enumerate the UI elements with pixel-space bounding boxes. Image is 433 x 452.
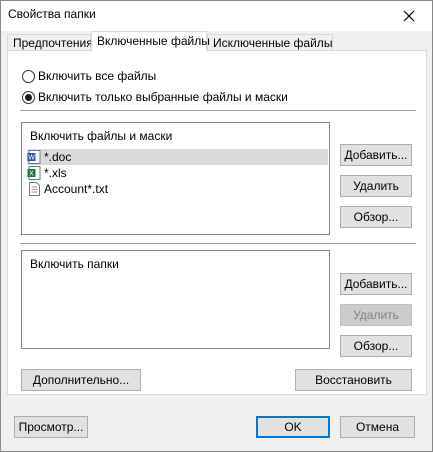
radio-button-checked[interactable]	[22, 90, 35, 104]
add-folder-button[interactable]: Добавить...	[340, 273, 412, 295]
tab-preferences[interactable]: Предпочтения	[7, 34, 93, 51]
ok-button[interactable]: OK	[256, 416, 330, 438]
tab-included-files[interactable]: Включенные файлы	[91, 31, 210, 52]
preview-button[interactable]: Просмотр...	[14, 416, 88, 438]
radio-button[interactable]	[22, 69, 35, 83]
restore-button[interactable]: Восстановить	[295, 369, 412, 391]
remove-files-button[interactable]: Удалить	[340, 175, 412, 197]
cancel-button[interactable]: Отмена	[340, 416, 415, 438]
remove-folder-button[interactable]: Удалить	[340, 304, 412, 326]
folders-listbox[interactable]: Включить папки	[21, 250, 330, 349]
files-masks-caption: Включить файлы и маски	[30, 129, 173, 143]
included-files-panel: Включить все файлы Включить только выбра…	[7, 50, 427, 395]
files-masks-listbox[interactable]: Включить файлы и маски W *.doc X *.xls A…	[21, 122, 330, 235]
separator	[20, 243, 416, 244]
list-item[interactable]: X *.xls	[27, 165, 328, 181]
add-files-button[interactable]: Добавить...	[340, 144, 412, 166]
advanced-button[interactable]: Дополнительно...	[21, 369, 141, 391]
file-mask-name: Account*.txt	[44, 182, 109, 196]
word-file-icon: W	[27, 150, 41, 164]
include-all-files-option[interactable]: Включить все файлы	[22, 69, 156, 83]
excel-file-icon: X	[27, 166, 41, 180]
include-all-files-label: Включить все файлы	[38, 69, 157, 83]
svg-text:W: W	[28, 155, 35, 162]
folders-caption: Включить папки	[30, 257, 119, 271]
list-item[interactable]: Account*.txt	[27, 181, 328, 197]
list-item[interactable]: W *.doc	[27, 149, 328, 165]
separator	[20, 110, 416, 111]
file-mask-name: *.doc	[44, 150, 72, 164]
include-selected-files-option[interactable]: Включить только выбранные файлы и маски	[22, 90, 288, 104]
folder-properties-dialog: Свойства папки Предпочтения Включенные ф…	[0, 0, 433, 452]
window-title: Свойства папки	[8, 7, 96, 21]
close-button[interactable]	[386, 1, 432, 31]
include-selected-files-label: Включить только выбранные файлы и маски	[38, 90, 288, 104]
file-mask-name: *.xls	[44, 166, 67, 180]
browse-files-button[interactable]: Обзор...	[340, 206, 412, 228]
text-file-icon	[29, 182, 40, 196]
tab-excluded-files[interactable]: Исключенные файлы	[207, 34, 333, 51]
tab-bar: Предпочтения Включенные файлы Исключенны…	[7, 31, 427, 52]
svg-text:X: X	[29, 171, 34, 178]
title-bar: Свойства папки	[1, 1, 432, 31]
close-icon	[403, 10, 415, 22]
browse-folder-button[interactable]: Обзор...	[340, 335, 412, 357]
